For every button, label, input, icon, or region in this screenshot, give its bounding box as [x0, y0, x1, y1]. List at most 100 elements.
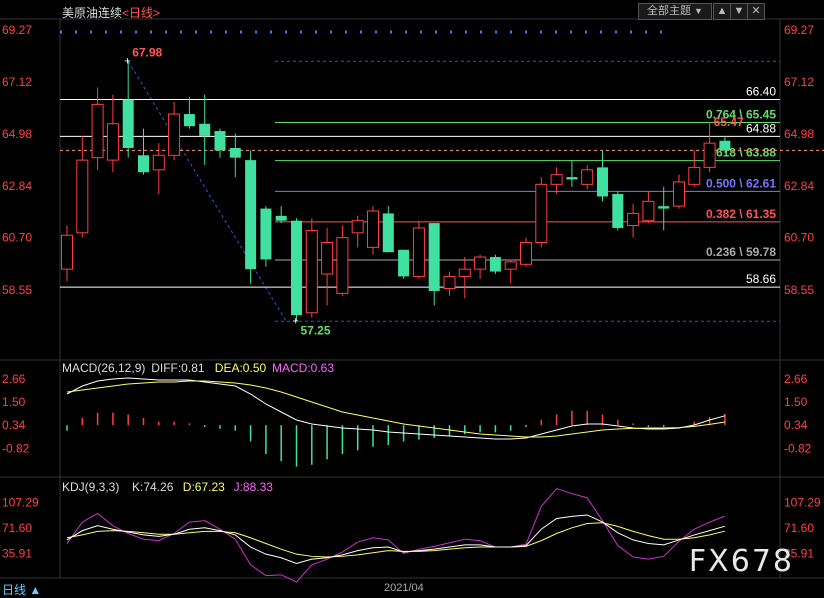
fib-level-label: 0.500 \ 62.61: [706, 176, 776, 190]
macd-legend-item: DEA:0.50: [215, 361, 267, 375]
macd-dea-line: [66, 380, 725, 438]
macd-y-tick-left: 0.34: [2, 418, 26, 432]
candle-body-down: [275, 215, 287, 221]
y-tick-label-left: 60.70: [2, 231, 32, 245]
y-tick-label-right: 62.84: [784, 179, 814, 193]
candle-body-down: [719, 140, 731, 151]
y-tick-label-right: 60.70: [784, 231, 814, 245]
candle-body-up: [504, 261, 517, 270]
candle-body-up: [412, 227, 425, 277]
candle-body-up: [106, 123, 119, 161]
y-tick-label-right: 69.27: [784, 23, 814, 37]
kdj-legend-item: J:88.33: [234, 480, 274, 494]
chevron-up-icon[interactable]: ▲: [713, 3, 731, 20]
candle-body-up: [152, 154, 165, 171]
candle-body-up: [91, 103, 104, 159]
theme-label: 全部主题: [647, 5, 692, 17]
candle-body-up: [305, 229, 318, 314]
kdj-y-tick-left: 71.60: [2, 521, 32, 535]
candle-body-up: [520, 242, 532, 265]
candle-body-down: [245, 160, 257, 270]
fib-level-label: 0.618 \ 63.88: [706, 146, 776, 160]
price-annotation: 65.47: [714, 115, 744, 129]
candle-body-down: [199, 123, 211, 136]
high-marker: +: [124, 55, 130, 67]
y-tick-label-left: 64.98: [2, 127, 32, 141]
chart-header: 美原油连续<日线>: [62, 4, 160, 21]
macd-y-tick-right: 2.66: [784, 372, 808, 386]
candle-body-down: [138, 155, 149, 173]
chevron-down-icon: ▼: [694, 6, 703, 16]
price-annotation: 57.25: [301, 323, 331, 337]
kdj-y-tick-left: 107.29: [2, 496, 39, 510]
candle-body-up: [321, 242, 334, 275]
close-icon[interactable]: ✕: [747, 3, 765, 20]
price-annotation: 67.98: [132, 45, 162, 59]
y-tick-label-left: 62.84: [2, 179, 32, 193]
candle-body-up: [443, 275, 456, 290]
support-line-label: 64.88: [746, 121, 776, 135]
y-tick-label-left: 58.55: [2, 283, 32, 297]
candle-body-up: [168, 113, 181, 156]
kdj-k-line: [66, 514, 726, 564]
candle-body-up: [642, 200, 655, 222]
kdj-legend-item: D:67.23: [183, 480, 225, 494]
candle-body-down: [183, 114, 195, 127]
candle-body-down: [658, 206, 670, 209]
kdj-legend-item: KDJ(9,3,3): [62, 480, 119, 494]
macd-y-tick-right: 0.34: [784, 418, 808, 432]
fib-level-label: 0.382 \ 61.35: [706, 207, 776, 221]
candle-body-up: [458, 268, 471, 277]
low-marker: +: [293, 315, 299, 327]
candle-body-up: [351, 220, 364, 234]
candle-body-down: [214, 131, 226, 151]
theme-dropdown[interactable]: 全部主题 ▼: [638, 3, 712, 20]
candle-body-down: [428, 223, 440, 291]
y-tick-label-right: 67.12: [784, 75, 814, 89]
y-tick-label-left: 67.12: [2, 75, 32, 89]
watermark-logo: FX678: [688, 544, 794, 579]
y-tick-label-left: 69.27: [2, 23, 32, 37]
candle-body-down: [612, 194, 624, 228]
candle-body-up: [688, 166, 701, 185]
candle-body-up: [703, 142, 716, 168]
macd-legend-item: MACD:0.63: [272, 361, 334, 375]
macd-y-tick-left: 2.66: [2, 372, 26, 386]
chart-canvas: 69.27 69.27 67.12 67.12 64.98 64.98 62.84 62.84…: [0, 18, 824, 583]
candle-body-up: [627, 212, 640, 227]
date-axis-label: 2021/04: [384, 582, 424, 594]
candle-body-down: [122, 99, 134, 148]
y-tick-label-right: 64.98: [784, 127, 814, 141]
macd-dif-line: [66, 377, 726, 440]
fib-level-label: 0.236 \ 59.78: [706, 245, 776, 259]
candle-body-up: [474, 256, 487, 270]
kdj-y-tick-left: 35.91: [2, 547, 32, 561]
macd-y-tick-left: -0.82: [2, 441, 30, 455]
candle-body-up: [673, 181, 685, 207]
candle-body-down: [229, 148, 241, 158]
candle-body-down: [489, 257, 501, 272]
candle-body-down: [382, 213, 394, 253]
candle-body-up: [535, 183, 548, 244]
macd-y-tick-right: -0.82: [784, 441, 812, 455]
candle-body-up: [367, 210, 379, 248]
kdj-legend-item: K:74.26: [132, 480, 174, 494]
candle-body-up: [76, 159, 89, 234]
period-selector[interactable]: <日线>: [122, 6, 160, 20]
chevron-down-icon[interactable]: ▼: [730, 3, 748, 20]
candle-body-up: [581, 169, 594, 185]
y-tick-label-right: 58.55: [784, 283, 814, 297]
candle-body-up: [336, 237, 349, 294]
support-line-label: 66.40: [746, 85, 776, 99]
kdj-y-tick-right: 107.29: [784, 496, 821, 510]
candle-body-down: [597, 167, 608, 197]
candle-body-down: [398, 249, 410, 277]
period-footer[interactable]: 日线 ▲: [2, 581, 41, 598]
macd-y-tick-left: 1.50: [2, 395, 26, 409]
candle-body-up: [61, 234, 73, 270]
support-line-label: 58.66: [746, 272, 776, 286]
fib-trend-line: [127, 60, 287, 322]
kdj-y-tick-right: 71.60: [784, 521, 814, 535]
macd-y-tick-right: 1.50: [784, 395, 808, 409]
candle-body-down: [566, 177, 578, 180]
